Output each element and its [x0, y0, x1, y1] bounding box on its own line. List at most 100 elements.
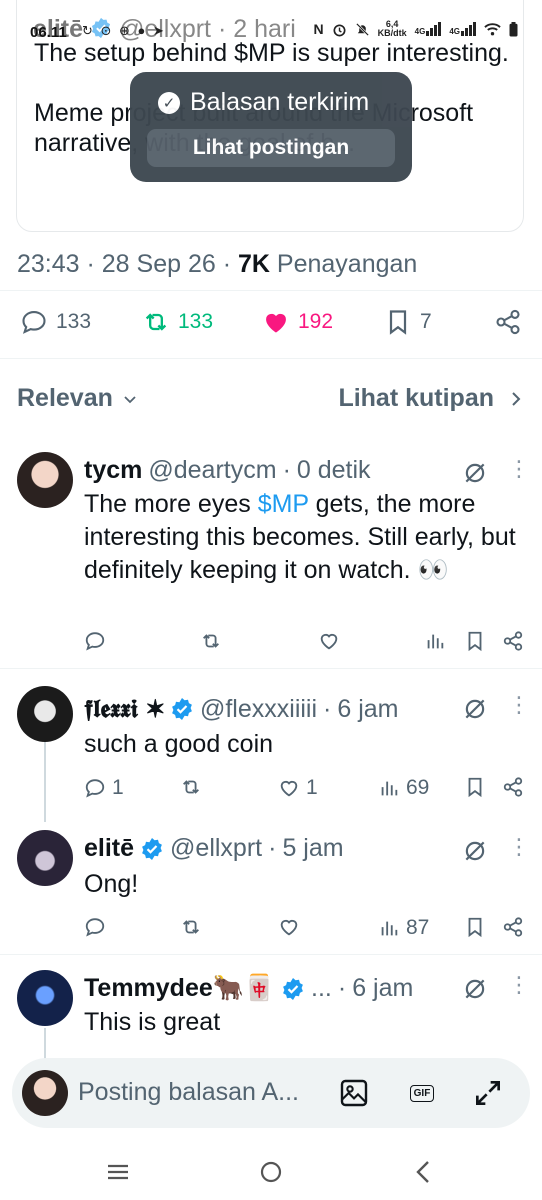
- divider: [0, 290, 542, 291]
- more-options-icon[interactable]: ⋮: [508, 974, 530, 996]
- cashtag-link[interactable]: $MP: [258, 490, 309, 518]
- bar-chart-icon: [381, 781, 398, 796]
- avatar[interactable]: [17, 970, 73, 1026]
- divider: [0, 668, 542, 669]
- like-button[interactable]: 1: [278, 776, 318, 800]
- reply-input[interactable]: Posting balasan A...: [78, 1078, 299, 1107]
- repost-button[interactable]: 133: [142, 308, 213, 336]
- reply-author-handle: @deartycm: [148, 456, 277, 484]
- expand-icon[interactable]: [472, 1077, 504, 1109]
- reply-button[interactable]: [84, 916, 106, 938]
- post-meta: 23:43 · 28 Sep 26 · 7K Penayangan: [17, 250, 418, 278]
- repost-icon: [145, 313, 167, 331]
- signal-icon: 4G: [415, 22, 442, 36]
- views-button[interactable]: [424, 630, 446, 652]
- bookmark-button[interactable]: [464, 630, 486, 652]
- check-circle-icon: ✓: [158, 91, 180, 114]
- grok-icon[interactable]: [462, 838, 488, 864]
- verified-badge-icon: [172, 698, 192, 720]
- share-button[interactable]: [494, 308, 522, 336]
- repost-button[interactable]: [180, 916, 202, 938]
- status-right-icons: N 6,4 KB/dtk 4G 4G: [314, 20, 518, 38]
- post-actions: 133 133 192 7: [0, 300, 542, 346]
- verified-badge-icon: [142, 837, 162, 860]
- back-icon[interactable]: [410, 1158, 438, 1186]
- gif-icon[interactable]: GIF: [406, 1077, 438, 1109]
- reply-button[interactable]: 1: [84, 776, 124, 800]
- reply-author-name[interactable]: elitē: [84, 834, 134, 863]
- views-count: 87: [406, 916, 430, 939]
- bookmark-button[interactable]: [464, 916, 486, 938]
- repost-count: 133: [178, 310, 214, 333]
- bookmark-icon: [468, 917, 482, 938]
- like-button[interactable]: [318, 630, 340, 652]
- reply-time: 6 jam: [352, 974, 414, 1002]
- notification-icons: ↻ ⊙ ⊕ ● ➤: [82, 23, 166, 38]
- alarm-icon: [333, 23, 346, 36]
- reply-header: Temmydee🐂🀄 ... · 6 jam: [84, 974, 414, 1003]
- reply-icon: [85, 779, 105, 798]
- avatar[interactable]: [17, 830, 73, 886]
- views-button[interactable]: 87: [378, 916, 429, 940]
- reply-author-name[interactable]: 𝖋𝖑𝖊𝖝𝖝𝖎 ✶: [84, 694, 164, 724]
- bar-chart-icon: [381, 921, 398, 936]
- avatar[interactable]: [17, 686, 73, 742]
- reply-button[interactable]: [84, 630, 106, 652]
- reply-author-name[interactable]: tycm: [84, 456, 142, 485]
- heart-icon: [280, 919, 298, 936]
- share-button[interactable]: [502, 630, 524, 652]
- reply-button[interactable]: 133: [20, 308, 91, 336]
- grok-icon[interactable]: [462, 696, 488, 722]
- sort-relevance-dropdown[interactable]: Relevan: [17, 384, 137, 413]
- share-button[interactable]: [502, 776, 524, 798]
- like-button[interactable]: 192: [262, 308, 333, 336]
- repost-button[interactable]: [200, 630, 222, 652]
- bar-chart-icon: [427, 634, 444, 649]
- reply-count: 1: [112, 776, 124, 799]
- avatar[interactable]: [17, 452, 73, 508]
- view-post-button[interactable]: Lihat postingan: [147, 129, 395, 167]
- chevron-right-icon: [512, 391, 521, 406]
- reply-actions: 1 1 69: [0, 776, 542, 806]
- image-icon[interactable]: [338, 1077, 370, 1109]
- network-speed: 6,4 KB/dtk: [377, 19, 407, 38]
- verified-badge-icon: [283, 977, 303, 1000]
- reply-time: 5 jam: [282, 834, 344, 862]
- bookmark-button[interactable]: 7: [384, 308, 432, 336]
- bookmark-button[interactable]: [464, 776, 486, 798]
- signal-2-icon: 4G: [449, 22, 476, 36]
- nfc-icon: N: [313, 21, 324, 37]
- reply-actions: 87: [0, 916, 542, 946]
- heart-filled-icon: [266, 313, 286, 333]
- share-icon: [503, 917, 523, 937]
- post-time: 23:43: [17, 250, 80, 278]
- views-button[interactable]: 69: [378, 776, 429, 800]
- like-button[interactable]: [278, 916, 300, 938]
- reply-author-handle: @flexxxiiiii: [199, 694, 318, 723]
- bookmark-icon: [389, 310, 407, 335]
- avatar: [22, 1070, 68, 1116]
- toast-message: Balasan terkirim: [190, 88, 370, 116]
- more-options-icon[interactable]: ⋮: [508, 694, 530, 716]
- more-options-icon[interactable]: ⋮: [508, 458, 530, 480]
- share-icon: [496, 309, 520, 335]
- battery-icon: [509, 21, 518, 36]
- views-count: 69: [406, 776, 430, 799]
- reply-icon: [22, 311, 46, 334]
- grok-icon[interactable]: [462, 460, 488, 486]
- views-count: 7K: [238, 250, 270, 278]
- reply-author-name[interactable]: Temmydee🐂🀄: [84, 974, 275, 1003]
- recent-apps-icon[interactable]: [104, 1158, 132, 1186]
- reply-header: elitē @ellxprt · 5 jam: [84, 834, 344, 863]
- grok-icon[interactable]: [462, 976, 488, 1002]
- reply-composer[interactable]: Posting balasan A... GIF: [12, 1058, 530, 1128]
- reply-header: tycm @deartycm · 0 detik: [84, 456, 371, 485]
- home-icon[interactable]: [257, 1158, 285, 1186]
- like-count: 192: [298, 310, 334, 333]
- share-button[interactable]: [502, 916, 524, 938]
- repost-button[interactable]: [180, 776, 202, 798]
- reply-icon: [85, 632, 105, 651]
- status-time: 06.11: [30, 24, 67, 41]
- view-quotes-link[interactable]: Lihat kutipan: [338, 384, 522, 413]
- more-options-icon[interactable]: ⋮: [508, 836, 530, 858]
